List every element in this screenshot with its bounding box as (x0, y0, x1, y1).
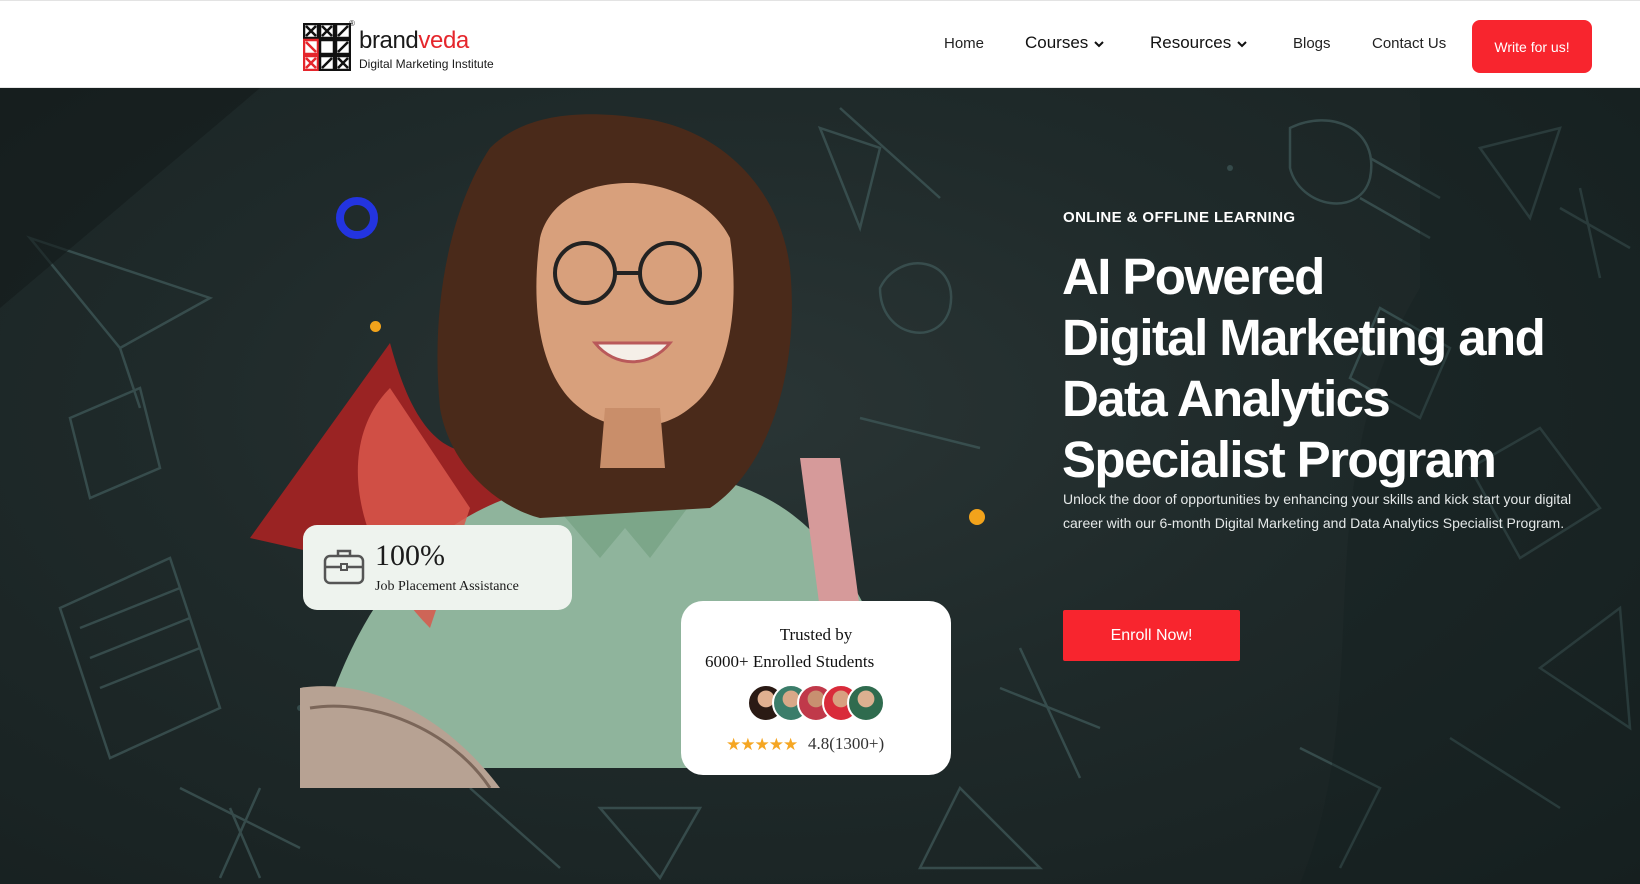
logo-tagline: Digital Marketing Institute (359, 57, 494, 71)
nav-contact-us[interactable]: Contact Us (1372, 34, 1446, 54)
brandveda-logo[interactable]: ® brandveda Digital Marketing Institute (303, 19, 503, 73)
trusted-by-label: Trusted by (779, 625, 853, 644)
enroll-now-button[interactable]: Enroll Now! (1063, 610, 1240, 661)
nav-courses[interactable]: Courses (1025, 33, 1105, 53)
student-avatars (747, 684, 887, 722)
headline-line: Data Analytics (1062, 370, 1391, 427)
site-header: ® brandveda Digital Marketing Institute … (0, 0, 1640, 88)
logo-wordmark: brandveda (359, 29, 469, 53)
registered-mark: ® (349, 19, 355, 28)
hero-headline: AI Powered Digital Marketing and Data An… (1062, 246, 1602, 490)
hero-description: Unlock the door of opportunities by enha… (1063, 491, 1572, 531)
nav-resources-label: Resources (1150, 33, 1232, 52)
logo-word-veda: veda (418, 27, 469, 54)
logo-word-brand: brand (359, 27, 419, 54)
job-placement-card: 100% Job Placement Assistance (303, 525, 572, 610)
nav-resources[interactable]: Resources (1150, 33, 1248, 53)
placement-label: Job Placement Assistance (375, 579, 519, 594)
hero-eyebrow: ONLINE & OFFLINE LEARNING (1063, 209, 1296, 226)
rating-value: 4.8(1300+) (808, 734, 885, 753)
headline-line: Specialist Program (1062, 431, 1497, 488)
placement-percentage: 100% (375, 539, 445, 572)
nav-home[interactable]: Home (944, 34, 984, 54)
enrolled-students-label: 6000+ Enrolled Students (705, 652, 875, 671)
chevron-down-icon (1094, 40, 1105, 47)
star-rating-icon: ★★★★★ (726, 735, 798, 754)
trusted-by-card: Trusted by 6000+ Enrolled Students ★★★★★… (681, 601, 951, 775)
nav-blogs[interactable]: Blogs (1293, 34, 1331, 54)
logo-mark-icon (303, 23, 351, 71)
decorative-yellow-dot (969, 509, 985, 525)
briefcase-icon (323, 549, 365, 585)
hero-section: 100% Job Placement Assistance Trusted by… (0, 88, 1640, 884)
write-for-us-button[interactable]: Write for us! (1472, 20, 1592, 73)
headline-line: AI Powered (1062, 248, 1325, 305)
nav-courses-label: Courses (1025, 33, 1089, 52)
headline-line: Digital Marketing and (1062, 309, 1546, 366)
chevron-down-icon (1237, 40, 1247, 47)
avatar (847, 684, 885, 722)
